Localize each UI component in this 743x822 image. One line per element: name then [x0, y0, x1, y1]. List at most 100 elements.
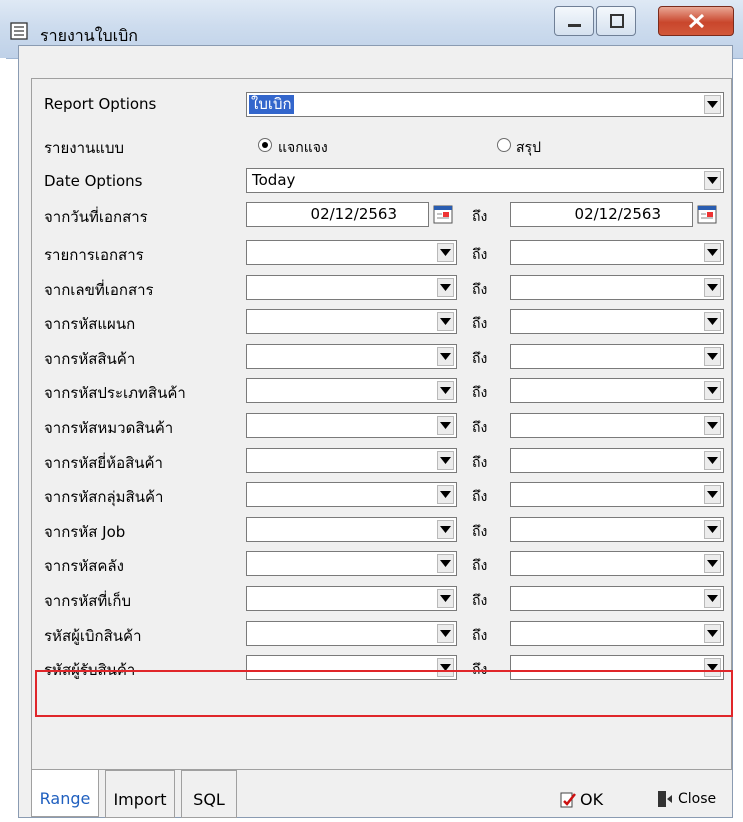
- maximize-button[interactable]: [596, 6, 636, 36]
- range-from-select[interactable]: [246, 413, 457, 438]
- range-label: จากรหัสหมวดสินค้า: [44, 419, 174, 437]
- report-options-label: Report Options: [44, 95, 157, 113]
- close-window-button[interactable]: [658, 6, 734, 36]
- calendar-icon[interactable]: [433, 204, 453, 224]
- range-to-select[interactable]: [510, 344, 724, 369]
- calendar-icon[interactable]: [697, 204, 717, 224]
- detail-radio[interactable]: [258, 138, 272, 152]
- range-to-label: ถึง: [472, 316, 488, 332]
- range-to-label: ถึง: [472, 420, 488, 436]
- tab-bar: Range Import SQL: [31, 770, 732, 818]
- range-to-label: ถึง: [472, 524, 488, 540]
- range-to-select[interactable]: [510, 517, 724, 542]
- range-label: จากเลขที่เอกสาร: [44, 281, 154, 299]
- range-to-select[interactable]: [510, 448, 724, 473]
- summary-radio-label: สรุป: [516, 140, 541, 156]
- range-from-select[interactable]: [246, 378, 457, 403]
- chevron-down-icon[interactable]: [437, 416, 454, 435]
- date-to-input[interactable]: 02/12/2563: [510, 202, 693, 227]
- range-to-select[interactable]: [510, 482, 724, 507]
- chevron-down-icon[interactable]: [704, 416, 721, 435]
- date-from-input[interactable]: 02/12/2563: [246, 202, 429, 227]
- range-to-label: ถึง: [472, 558, 488, 574]
- minimize-button[interactable]: [554, 6, 594, 36]
- chevron-down-icon[interactable]: [704, 95, 721, 114]
- detail-radio-label: แจกแจง: [278, 140, 328, 156]
- chevron-down-icon[interactable]: [704, 520, 721, 539]
- maximize-icon: [610, 14, 624, 28]
- range-from-select[interactable]: [246, 517, 457, 542]
- chevron-down-icon[interactable]: [704, 278, 721, 297]
- range-to-select[interactable]: [510, 413, 724, 438]
- range-from-select[interactable]: [246, 344, 457, 369]
- range-label: จากรหัส Job: [44, 523, 126, 541]
- chevron-down-icon[interactable]: [437, 243, 454, 262]
- chevron-down-icon[interactable]: [437, 520, 454, 539]
- chevron-down-icon[interactable]: [704, 554, 721, 573]
- range-from-select[interactable]: [246, 586, 457, 611]
- range-to-label: ถึง: [472, 282, 488, 298]
- close-icon: [688, 13, 705, 29]
- chevron-down-icon[interactable]: [704, 171, 721, 190]
- chevron-down-icon[interactable]: [437, 278, 454, 297]
- range-to-select[interactable]: [510, 551, 724, 576]
- tab-range[interactable]: Range: [31, 770, 99, 817]
- tab-import[interactable]: Import: [105, 770, 175, 818]
- date-from-label: จากวันที่เอกสาร: [44, 208, 148, 226]
- chevron-down-icon[interactable]: [437, 624, 454, 643]
- chevron-down-icon[interactable]: [437, 485, 454, 504]
- chevron-down-icon[interactable]: [437, 381, 454, 400]
- close-button[interactable]: Close: [656, 790, 716, 808]
- exit-door-icon: [658, 791, 672, 807]
- tab-sql[interactable]: SQL: [181, 770, 237, 818]
- range-label: จากรหัสที่เก็บ: [44, 592, 132, 610]
- date-options-select[interactable]: Today: [246, 168, 724, 193]
- date-to-value: 02/12/2563: [574, 205, 661, 223]
- chevron-down-icon[interactable]: [704, 624, 721, 643]
- chevron-down-icon[interactable]: [437, 347, 454, 366]
- range-from-select[interactable]: [246, 448, 457, 473]
- range-to-select[interactable]: [510, 378, 724, 403]
- range-to-select[interactable]: [510, 240, 724, 265]
- range-from-select[interactable]: [246, 482, 457, 507]
- date-options-value: Today: [252, 171, 296, 189]
- chevron-down-icon[interactable]: [704, 381, 721, 400]
- summary-radio[interactable]: [497, 138, 511, 152]
- range-to-select[interactable]: [510, 275, 724, 300]
- chevron-down-icon[interactable]: [704, 312, 721, 331]
- chevron-down-icon[interactable]: [704, 347, 721, 366]
- range-label: จากรหัสแผนก: [44, 315, 136, 333]
- chevron-down-icon[interactable]: [704, 451, 721, 470]
- chevron-down-icon[interactable]: [704, 485, 721, 504]
- range-from-select[interactable]: [246, 240, 457, 265]
- ok-button[interactable]: OK: [560, 790, 603, 809]
- range-to-select[interactable]: [510, 586, 724, 611]
- report-type-label: รายงานแบบ: [44, 139, 124, 157]
- range-to-label: ถึง: [472, 247, 488, 263]
- range-from-select[interactable]: [246, 309, 457, 334]
- range-from-select[interactable]: [246, 275, 457, 300]
- range-label: รายการเอกสาร: [44, 246, 144, 264]
- range-to-label: ถึง: [472, 385, 488, 401]
- chevron-down-icon[interactable]: [704, 243, 721, 262]
- range-from-select[interactable]: [246, 621, 457, 646]
- range-to-label: ถึง: [472, 593, 488, 609]
- range-from-select[interactable]: [246, 551, 457, 576]
- chevron-down-icon[interactable]: [704, 589, 721, 608]
- ok-icon: [560, 792, 576, 807]
- range-to-select[interactable]: [510, 309, 724, 334]
- report-options-select[interactable]: ใบเบิก: [246, 92, 724, 117]
- date-from-value: 02/12/2563: [310, 205, 397, 223]
- range-to-select[interactable]: [510, 621, 724, 646]
- range-to-label: ถึง: [472, 489, 488, 505]
- chevron-down-icon[interactable]: [437, 451, 454, 470]
- chevron-down-icon[interactable]: [437, 312, 454, 331]
- range-label: รหัสผู้เบิกสินค้า: [44, 627, 142, 645]
- chevron-down-icon[interactable]: [437, 554, 454, 573]
- date-to-label: ถึง: [472, 209, 488, 225]
- chevron-down-icon[interactable]: [437, 589, 454, 608]
- report-options-value: ใบเบิก: [249, 95, 294, 114]
- range-label: จากรหัสประเภทสินค้า: [44, 384, 186, 402]
- date-options-label: Date Options: [44, 172, 143, 190]
- range-label: จากรหัสคลัง: [44, 557, 124, 575]
